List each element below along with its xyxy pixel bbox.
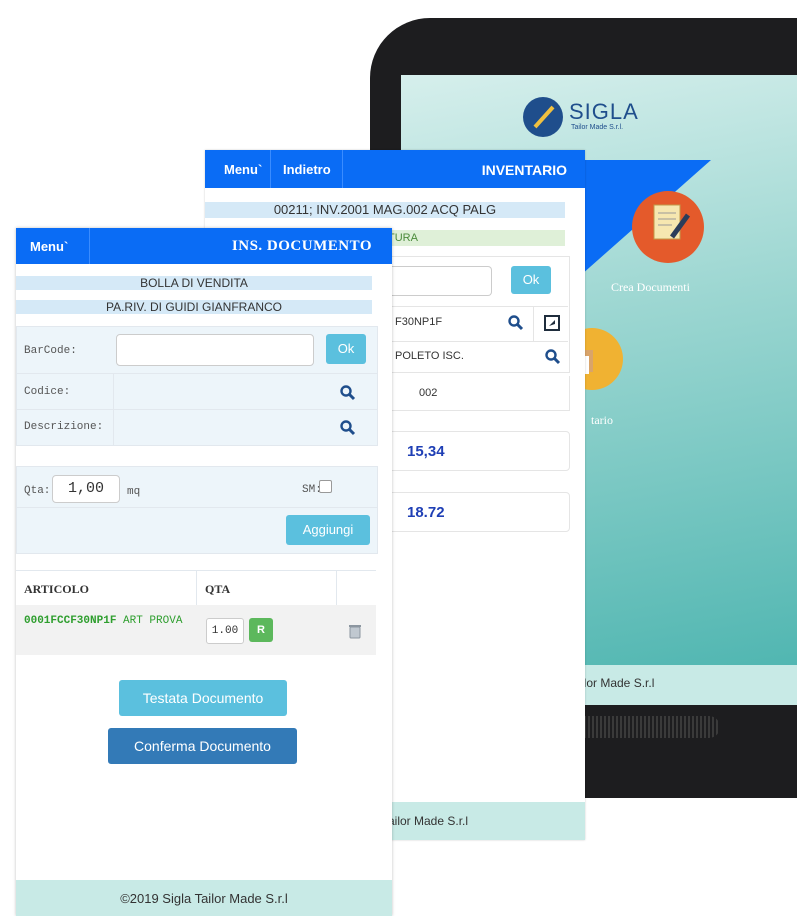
trash-icon[interactable] — [348, 623, 362, 639]
row-divider — [16, 409, 378, 410]
qta-label: Qta: — [24, 485, 51, 497]
inventario-menu-button[interactable]: Menu` — [224, 162, 262, 177]
crea-documenti-icon[interactable] — [632, 191, 704, 263]
article-desc: ART PROVA — [123, 615, 183, 627]
articles-table-header: ARTICOLO QTA — [16, 570, 376, 606]
inventario-green-band-text: TURA — [388, 232, 418, 244]
unit-label: mq — [127, 486, 141, 498]
inventario-ok-button[interactable]: Ok — [511, 266, 551, 294]
nav-divider — [342, 150, 343, 188]
inventario-code-value: F30NP1F — [395, 316, 443, 328]
inventario-title: INVENTARIO — [481, 162, 567, 178]
inventario-value1-box: 15,34 — [388, 431, 570, 471]
codice-search-icon[interactable] — [340, 385, 356, 401]
article-cell: 0001FCCF30NP1F ART PROVA — [24, 614, 194, 629]
article-code: 0001FCCF30NP1F — [24, 615, 117, 627]
inventario-navbar: Menu` Indietro INVENTARIO — [205, 150, 585, 188]
sm-checkbox[interactable] — [319, 480, 332, 493]
inventario-mag-value: 002 — [419, 387, 438, 399]
col-divider — [196, 571, 197, 605]
row-divider — [388, 306, 568, 307]
sigla-logo-icon — [523, 97, 563, 137]
conferma-documento-button[interactable]: Conferma Documento — [108, 728, 297, 764]
col-header-qta: QTA — [205, 582, 231, 596]
row-qta-input[interactable]: 1.00 — [206, 618, 244, 644]
descrizione-label: Descrizione: — [24, 421, 104, 433]
documento-menu-button[interactable]: Menu` — [30, 239, 68, 254]
row-divider — [388, 341, 568, 342]
inventario-label: tario — [591, 413, 613, 427]
inventario-value2-box: 18.72 — [388, 492, 570, 532]
row-divider — [16, 373, 378, 374]
barcode-label: BarCode: — [24, 345, 77, 357]
inventario-value1: 15,34 — [407, 443, 445, 460]
documento-footer: ©2019 Sigla Tailor Made S.r.l — [16, 880, 392, 916]
codice-label: Codice: — [24, 386, 71, 398]
barcode-ok-button[interactable]: Ok — [326, 334, 366, 364]
table-row[interactable]: 0001FCCF30NP1F ART PROVA 1.00 R — [16, 605, 376, 655]
row-r-button[interactable]: R — [249, 618, 273, 642]
inventario-mag-row — [388, 376, 570, 411]
inventario-value2: 18.72 — [407, 504, 445, 521]
row-divider — [16, 507, 378, 508]
descrizione-search-icon[interactable] — [340, 420, 356, 436]
phone-logo-subtext: Tailor Made S.r.l. — [571, 124, 624, 131]
documento-type-band: BOLLA DI VENDITA — [16, 276, 372, 290]
documento-title: INS. DOCUMENTO — [231, 238, 372, 254]
nav-divider — [270, 150, 271, 188]
inventario-barcode-input[interactable] — [388, 266, 492, 296]
col-header-articolo: ARTICOLO — [24, 582, 89, 596]
barcode-input[interactable] — [116, 334, 314, 366]
crea-documenti-label: Crea Documenti — [611, 280, 690, 294]
documento-client-band: PA.RIV. DI GUIDI GIANFRANCO — [16, 300, 372, 314]
phone-footer-text: ilor Made S.r.l — [581, 676, 655, 690]
testata-documento-button[interactable]: Testata Documento — [119, 680, 287, 716]
phone-logo-text: SIGLA — [569, 99, 639, 124]
inventario-back-button[interactable]: Indietro — [283, 162, 331, 177]
search-icon[interactable] — [545, 349, 561, 365]
documento-navbar: Menu` INS. DOCUMENTO — [16, 228, 392, 264]
documento-screen: Menu` INS. DOCUMENTO BOLLA DI VENDITA PA… — [16, 228, 392, 916]
search-icon[interactable] — [508, 315, 524, 331]
row-divider — [533, 306, 534, 341]
documento-footer-text: ©2019 Sigla Tailor Made S.r.l — [120, 891, 288, 906]
nav-divider — [89, 228, 90, 264]
external-link-icon[interactable] — [544, 315, 560, 331]
col-divider — [336, 571, 337, 605]
inventario-desc-value: POLETO ISC. — [395, 350, 464, 362]
inventario-footer-text: ailor Made S.r.l — [388, 814, 469, 828]
aggiungi-button[interactable]: Aggiungi — [286, 515, 370, 545]
inventario-doc-band: 00211; INV.2001 MAG.002 ACQ PALG — [205, 202, 565, 218]
qta-input[interactable]: 1,00 — [52, 475, 120, 503]
